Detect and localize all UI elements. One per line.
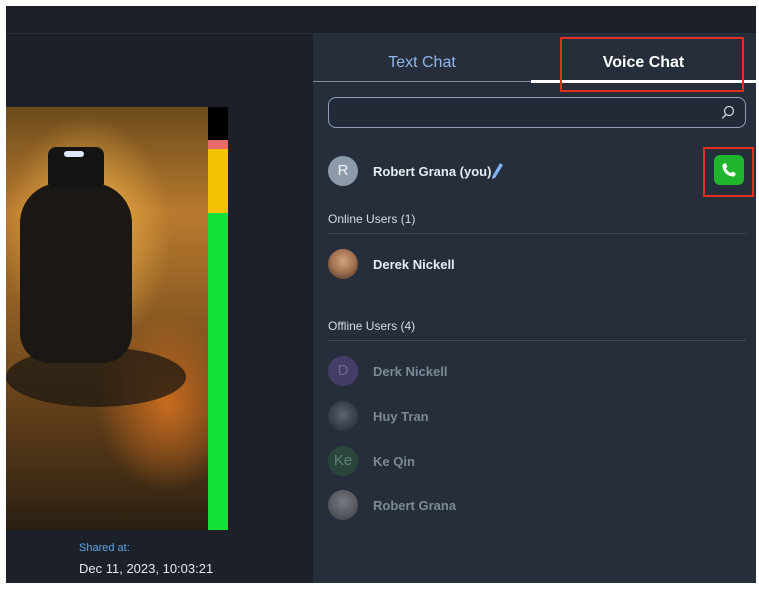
audio-level-meter: [208, 107, 228, 530]
shared-image: [6, 107, 208, 530]
offline-users-header: Offline Users (4): [328, 319, 746, 341]
user-name: Derk Nickell: [373, 364, 448, 379]
meter-red-segment: [208, 140, 228, 149]
current-user-row: R Robert Grana (you): [328, 156, 746, 190]
chat-tabs: Text Chat Voice Chat: [313, 34, 756, 83]
avatar: Ke: [328, 446, 358, 476]
pencil-icon[interactable]: [490, 162, 504, 180]
offline-user-row[interactable]: Robert Grana: [328, 490, 746, 524]
meter-green-segment: [208, 213, 228, 530]
meter-yellow-segment: [208, 149, 228, 213]
avatar: [328, 249, 358, 279]
shared-at-time: Dec 11, 2023, 10:03:21: [79, 561, 214, 576]
search-input[interactable]: [337, 102, 707, 124]
offline-user-row[interactable]: D Derk Nickell: [328, 356, 746, 390]
user-name: Derek Nickell: [373, 257, 455, 272]
online-user-row[interactable]: Derek Nickell: [328, 249, 746, 283]
current-user-name: Robert Grana (you): [373, 164, 492, 179]
search-icon[interactable]: [721, 105, 735, 119]
avatar: [328, 401, 358, 431]
shared-media-pane: Shared at: Dec 11, 2023, 10:03:21: [6, 34, 313, 583]
phone-icon: [722, 163, 736, 177]
tab-text-chat[interactable]: Text Chat: [313, 34, 531, 82]
user-name: Robert Grana: [373, 498, 457, 513]
app-window: Shared at: Dec 11, 2023, 10:03:21 Text C…: [6, 6, 756, 583]
user-name: Huy Tran: [373, 409, 429, 424]
offline-user-row[interactable]: Huy Tran: [328, 401, 746, 435]
chat-panel: Text Chat Voice Chat R Robert Grana (you…: [313, 34, 756, 583]
avatar: D: [328, 356, 358, 386]
voice-call-button[interactable]: [714, 155, 744, 185]
knob-body: [20, 183, 132, 363]
offline-user-row[interactable]: Ke Ke Qin: [328, 446, 746, 480]
avatar: [328, 490, 358, 520]
tab-voice-chat[interactable]: Voice Chat: [531, 34, 756, 83]
user-name: Ke Qin: [373, 454, 415, 469]
top-bar: [6, 6, 756, 34]
search-box: [328, 97, 746, 128]
shared-at-label: Shared at:: [79, 542, 130, 554]
knob-light: [64, 151, 84, 157]
online-users-header: Online Users (1): [328, 212, 746, 234]
avatar: R: [328, 156, 358, 186]
